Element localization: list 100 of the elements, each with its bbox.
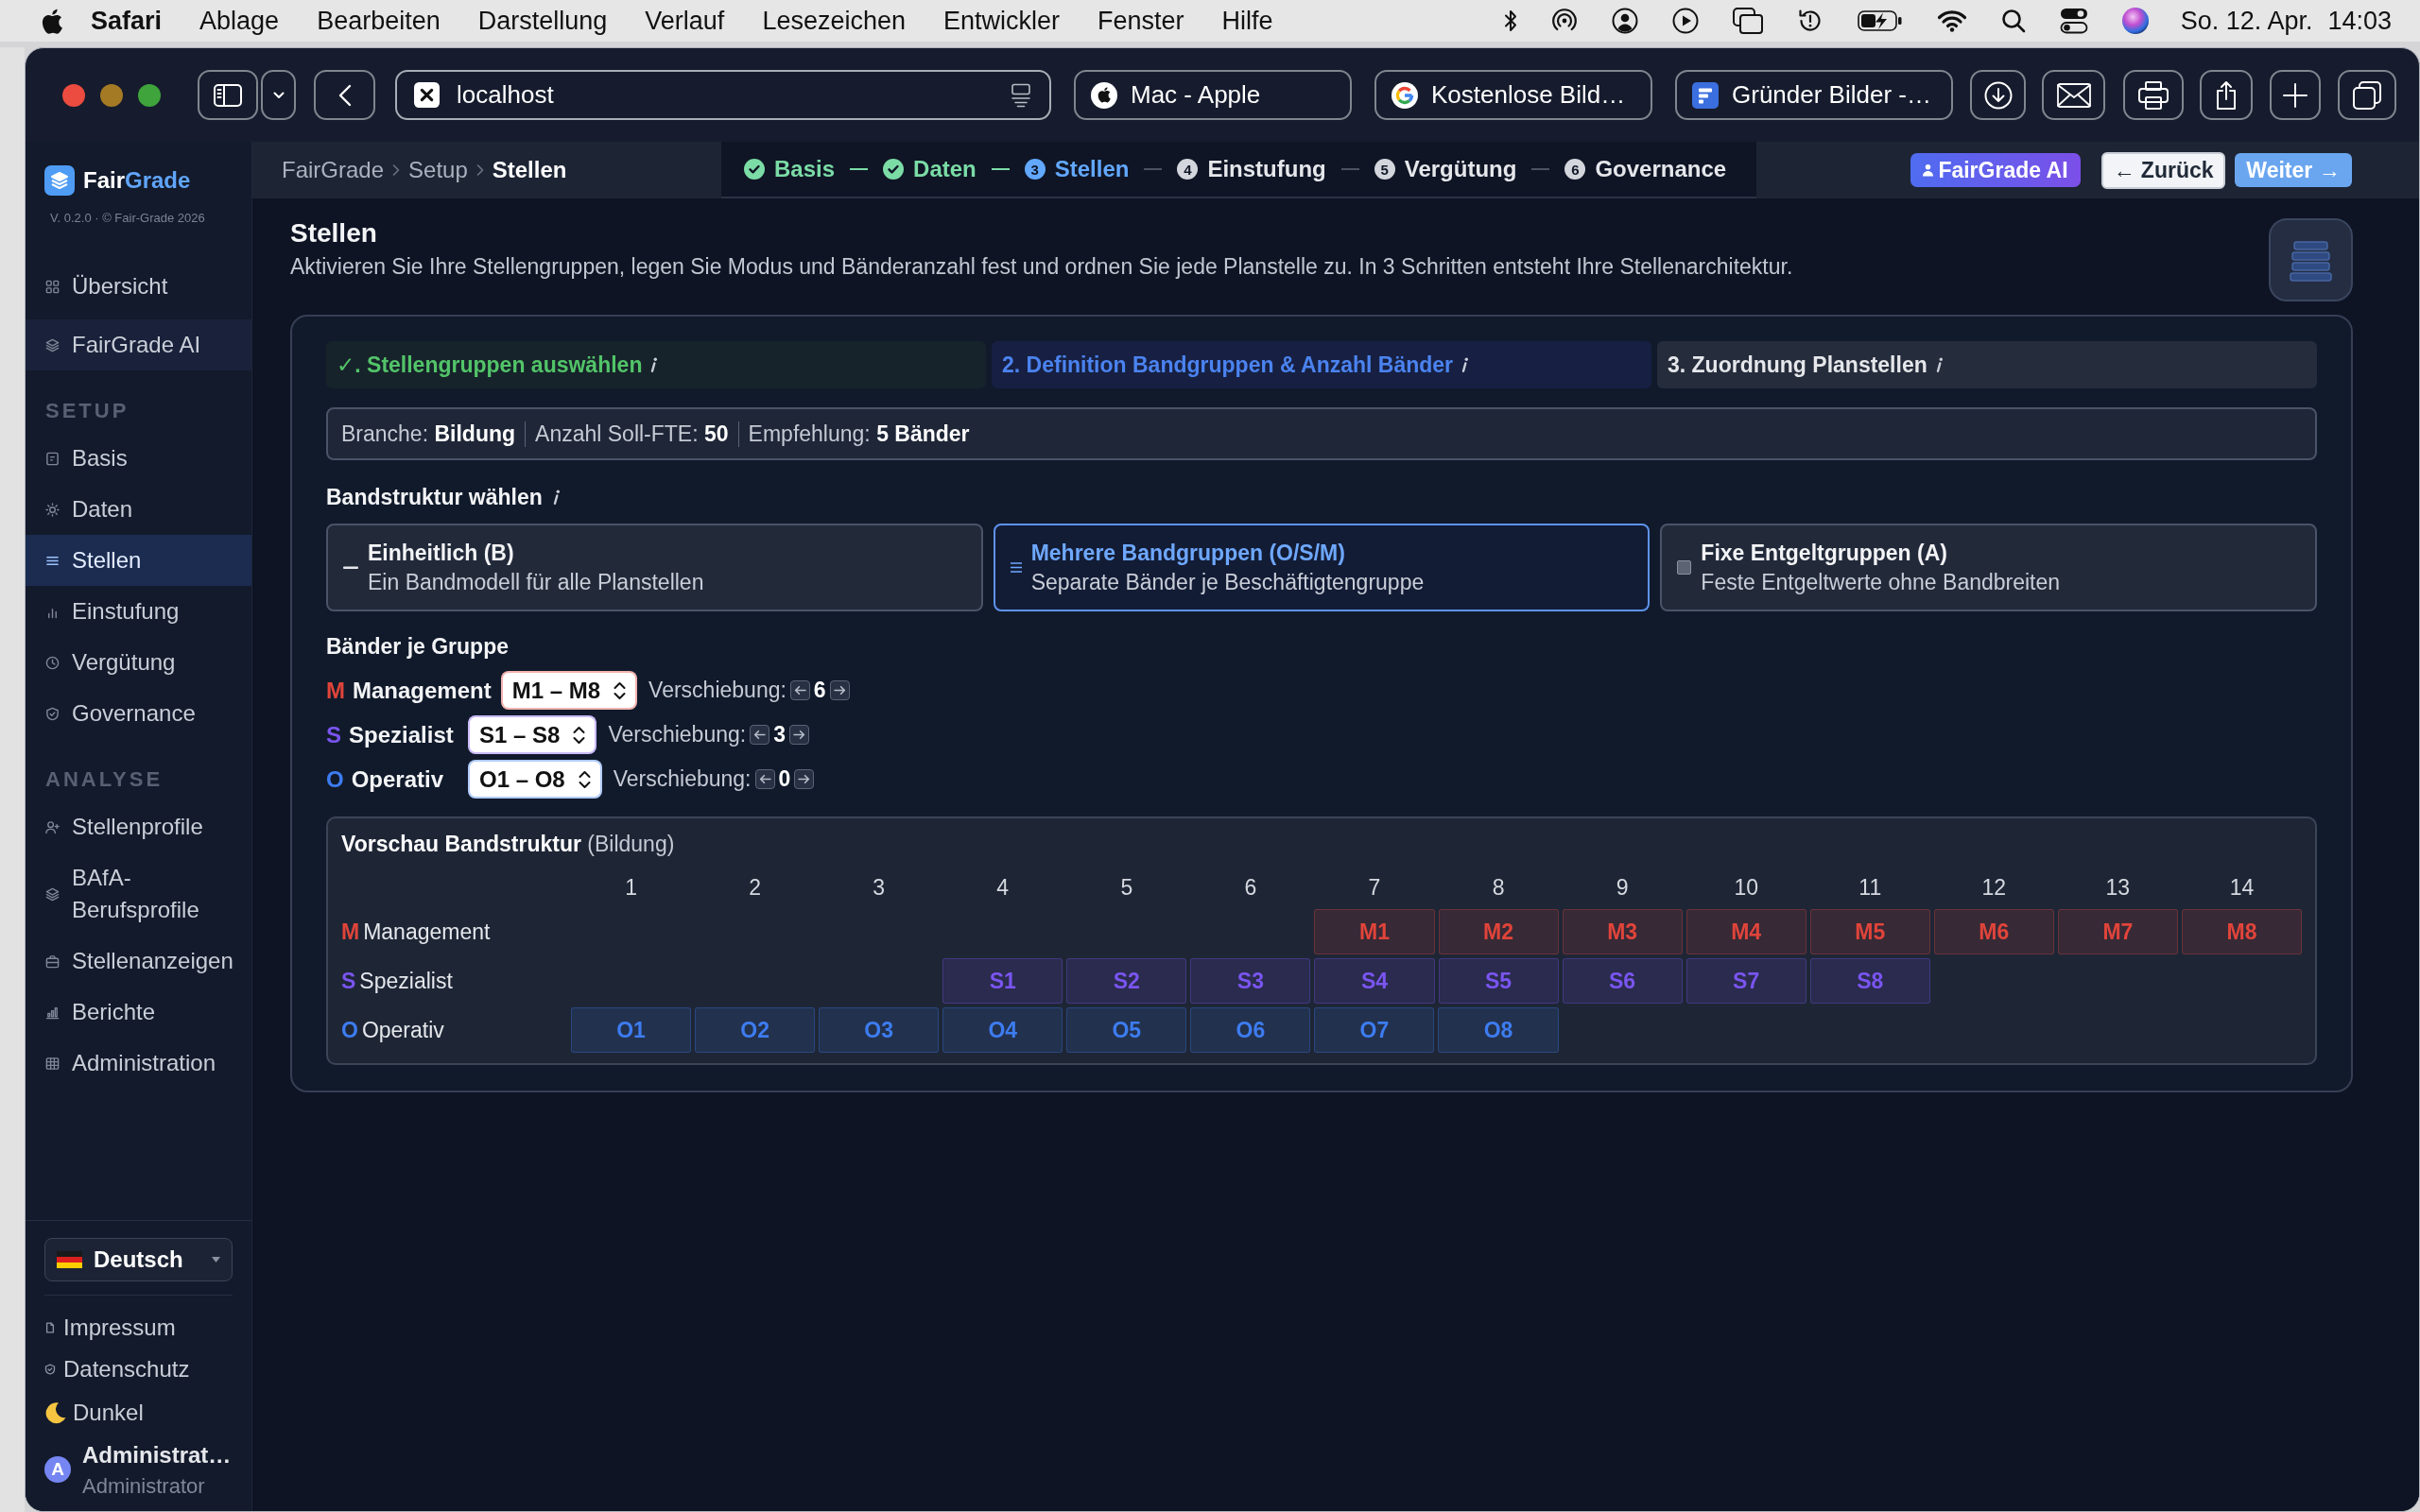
menu-item[interactable]: Hilfe bbox=[1221, 6, 1273, 36]
nav-item[interactable]: Daten bbox=[26, 484, 251, 535]
menu-item[interactable]: Entwickler bbox=[943, 6, 1061, 36]
bluetooth-icon[interactable] bbox=[1503, 9, 1517, 33]
wizard-tab[interactable]: 3. Zuordnung Planstellen bbox=[1657, 341, 2317, 388]
back-button[interactable] bbox=[314, 70, 375, 120]
shield-icon bbox=[45, 706, 60, 721]
shift-decrease-button[interactable] bbox=[750, 725, 770, 745]
nav-item[interactable]: Einstufung bbox=[26, 586, 251, 637]
stepper-step[interactable]: Daten bbox=[883, 156, 977, 182]
shift-label: Verschiebung: bbox=[648, 678, 786, 703]
structure-option[interactable]: Einheitlich (B) Ein Bandmodell für alle Planstellen bbox=[326, 524, 983, 611]
theme-toggle[interactable]: Dunkel bbox=[44, 1390, 144, 1435]
download-button[interactable] bbox=[1970, 70, 2026, 120]
windows-icon[interactable] bbox=[1732, 8, 1763, 34]
zoom-button[interactable] bbox=[138, 83, 161, 107]
nav-item[interactable]: BAfA-Berufsprofile bbox=[26, 852, 251, 936]
nav-item[interactable]: Governance bbox=[26, 688, 251, 739]
user-circle-icon[interactable] bbox=[1611, 8, 1638, 34]
shift-decrease-button[interactable] bbox=[754, 769, 775, 789]
stepper-step[interactable]: 5 Vergütung bbox=[1374, 156, 1517, 182]
history-icon[interactable] bbox=[1796, 8, 1824, 34]
row-name: Management bbox=[363, 919, 491, 945]
step-connector bbox=[1340, 168, 1359, 170]
nav-item[interactable]: Stellenanzeigen bbox=[26, 936, 251, 987]
new-tab-button[interactable] bbox=[2270, 70, 2321, 120]
sidebar-toggle-button[interactable] bbox=[198, 70, 258, 120]
sidebar-icon bbox=[214, 83, 242, 107]
shield-icon bbox=[44, 1364, 56, 1375]
arrow-left-icon bbox=[758, 773, 771, 785]
stepper-step[interactable]: 4 Einstufung bbox=[1177, 156, 1326, 182]
toggles-icon[interactable] bbox=[2059, 8, 2088, 34]
address-field[interactable]: localhost bbox=[395, 70, 1051, 120]
shift-increase-button[interactable] bbox=[794, 769, 815, 789]
group-name: Operativ bbox=[351, 765, 444, 793]
wizard-tab[interactable]: 2. Definition Bandgruppen & Anzahl Bänder bbox=[992, 341, 1651, 388]
footer-link[interactable]: Datenschutz bbox=[44, 1349, 190, 1390]
app-menu[interactable]: Safari bbox=[91, 6, 163, 36]
stepper-step[interactable]: 3 Stellen bbox=[1024, 156, 1130, 182]
arrow-left-icon bbox=[753, 729, 767, 741]
wifi-icon[interactable] bbox=[1936, 9, 1967, 32]
tab-overview-button[interactable] bbox=[2338, 70, 2396, 120]
language-select[interactable]: Deutsch bbox=[44, 1238, 233, 1281]
clock-icon bbox=[45, 655, 60, 670]
band-cell: O1 bbox=[571, 1007, 692, 1053]
structure-option[interactable]: Fixe Entgeltgruppen (A) Feste Entgeltwerte ohne Bandbreiten bbox=[1660, 524, 2317, 611]
shift-decrease-button[interactable] bbox=[789, 680, 810, 700]
browser-tab[interactable]: Gründer Bilder -… bbox=[1675, 70, 1953, 120]
shift-increase-button[interactable] bbox=[789, 725, 809, 745]
battery-charging-icon[interactable] bbox=[1857, 9, 1903, 32]
menu-item[interactable]: Bearbeiten bbox=[317, 6, 441, 36]
breadcrumb-item[interactable]: Setup bbox=[408, 157, 468, 183]
menu-item[interactable]: Verlauf bbox=[645, 6, 725, 36]
page-title: Stellen bbox=[290, 218, 378, 249]
breadcrumb-item[interactable]: FairGrade bbox=[282, 157, 385, 183]
structure-option[interactable]: Mehrere Bandgruppen (O/S/M) Separate Bänder je Beschäftigtengruppe bbox=[993, 524, 1651, 611]
range-select[interactable]: M1 – M8 bbox=[500, 671, 638, 710]
nav-item[interactable]: Berichte bbox=[26, 987, 251, 1038]
step-number: 6 bbox=[1564, 159, 1586, 180]
stepper-step[interactable]: 6 Governance bbox=[1564, 156, 1727, 182]
shift-label: Verschiebung: bbox=[613, 766, 752, 792]
wizard-tab[interactable]: ✓. Stellengruppen auswählen bbox=[326, 341, 986, 388]
browser-tab[interactable]: Mac - Apple bbox=[1074, 70, 1352, 120]
menu-clock: 14:03 bbox=[2327, 6, 2392, 36]
band-cell: M8 bbox=[2181, 909, 2302, 954]
nav-item[interactable]: Stellenprofile bbox=[26, 801, 251, 852]
menu-item[interactable]: Fenster bbox=[1098, 6, 1184, 36]
close-button[interactable] bbox=[62, 83, 85, 107]
footer-link[interactable]: Impressum bbox=[44, 1307, 176, 1349]
tab-group-dropdown-button[interactable] bbox=[261, 70, 296, 120]
print-button[interactable] bbox=[2123, 70, 2184, 120]
play-circle-icon[interactable] bbox=[1671, 8, 1699, 34]
back-button[interactable]: ← Zurück bbox=[2101, 151, 2225, 189]
nav-item[interactable]: FairGrade AI bbox=[26, 319, 251, 370]
mail-button[interactable] bbox=[2042, 70, 2105, 120]
nav-item[interactable]: Übersicht bbox=[26, 261, 251, 312]
nav-item[interactable]: Basis bbox=[26, 433, 251, 484]
row-name: Spezialist bbox=[359, 968, 453, 994]
stepper-step[interactable]: Basis bbox=[744, 156, 836, 182]
nav-item[interactable]: Vergütung bbox=[26, 637, 251, 688]
nav-item[interactable]: Administration bbox=[26, 1038, 251, 1089]
share-button[interactable] bbox=[2200, 70, 2253, 120]
nav-item[interactable]: Stellen bbox=[26, 535, 251, 586]
range-select[interactable]: O1 – O8 bbox=[468, 760, 602, 799]
info-icon bbox=[649, 356, 659, 373]
band-cell: S3 bbox=[1190, 958, 1311, 1004]
menu-item[interactable]: Darstellung bbox=[477, 6, 608, 36]
step-connector bbox=[1531, 168, 1550, 170]
check-circle-icon bbox=[744, 159, 765, 180]
orb-icon[interactable] bbox=[2121, 8, 2149, 34]
f-logo-icon bbox=[1692, 81, 1719, 109]
ai-assistant-button[interactable]: FairGrade AI bbox=[1910, 153, 2081, 187]
range-select[interactable]: S1 – S8 bbox=[468, 715, 597, 754]
search-icon[interactable] bbox=[2000, 9, 2026, 33]
minimize-button[interactable] bbox=[100, 83, 123, 107]
shift-increase-button[interactable] bbox=[829, 680, 850, 700]
browser-tab[interactable]: Kostenlose Bild… bbox=[1374, 70, 1652, 120]
menu-item[interactable]: Ablage bbox=[199, 6, 280, 36]
menu-item[interactable]: Lesezeichen bbox=[762, 6, 906, 36]
band-cell: S6 bbox=[1562, 958, 1683, 1004]
